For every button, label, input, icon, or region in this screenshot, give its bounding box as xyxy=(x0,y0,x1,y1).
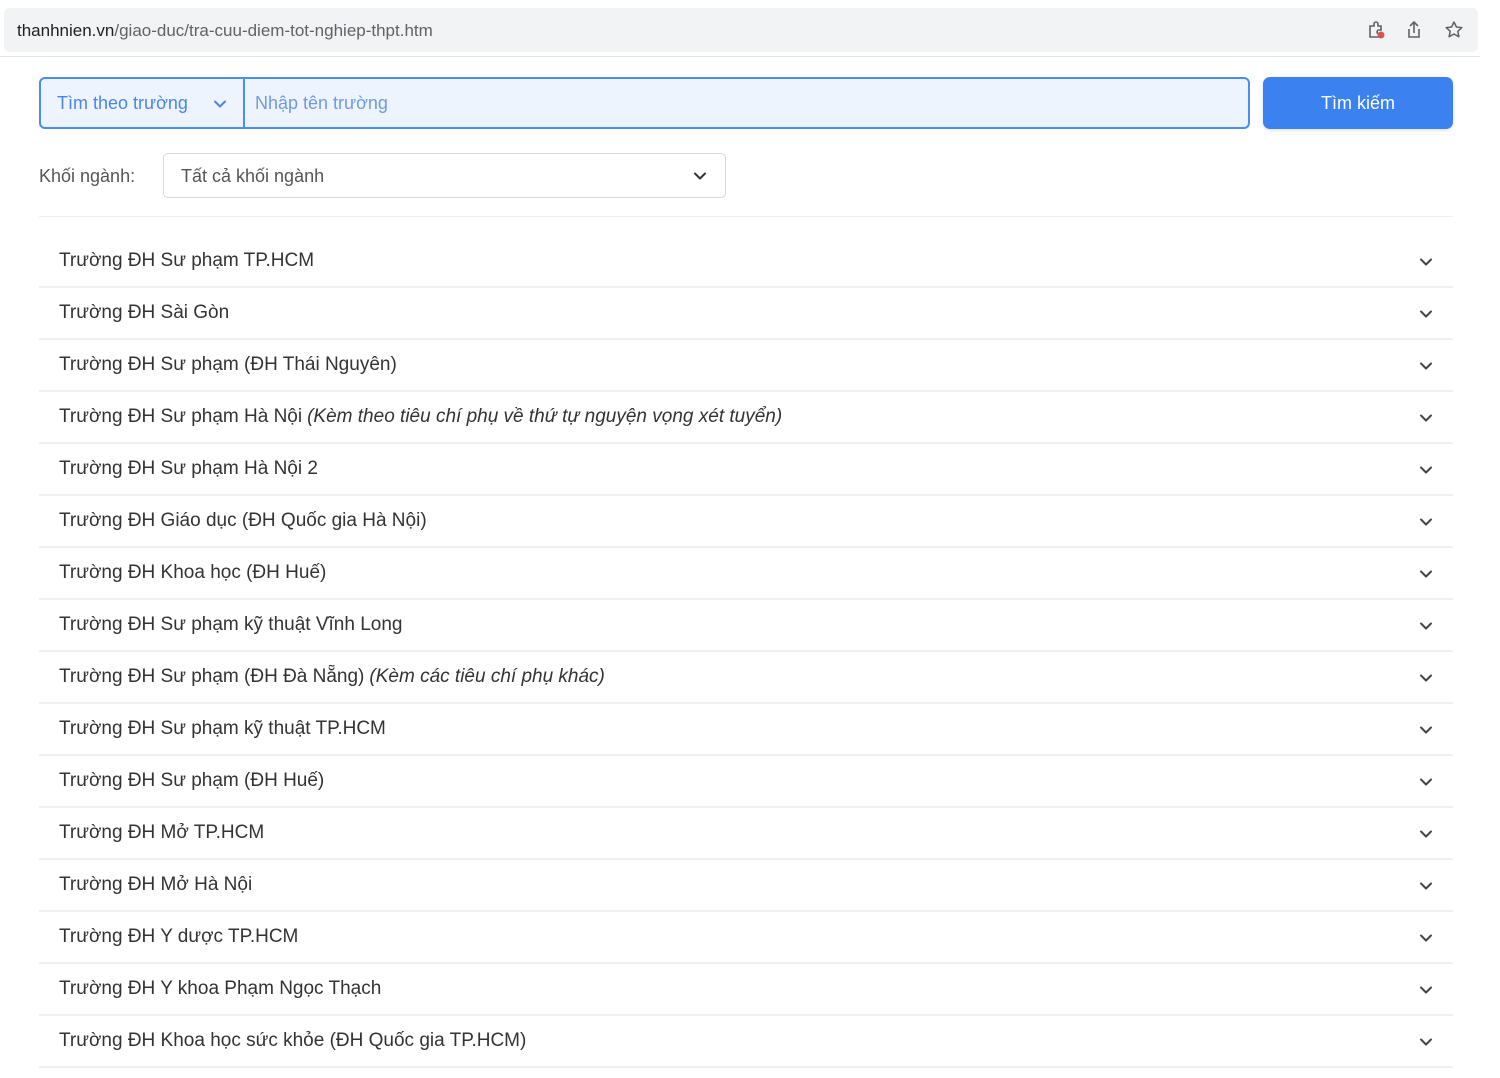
filter-label: Khối ngành: xyxy=(39,166,136,186)
school-name: Trường ĐH Y khoa Phạm Ngọc Thạch xyxy=(59,978,382,999)
chevron-down-icon[interactable] xyxy=(1417,461,1435,479)
chevron-down-icon[interactable] xyxy=(1417,357,1435,375)
address-bar-divider xyxy=(0,56,1480,57)
list-item[interactable]: Trường ĐH Khoa học sức khỏe (ĐH Quốc gia… xyxy=(39,1016,1453,1068)
chevron-down-icon[interactable] xyxy=(1417,825,1435,843)
major-group-select[interactable]: Tất cả khối ngành xyxy=(163,153,726,198)
search-button[interactable]: Tìm kiếm xyxy=(1263,77,1453,129)
chevron-down-icon xyxy=(214,100,226,108)
list-item[interactable]: Trường ĐH Sư phạm (ĐH Huế) xyxy=(39,756,1453,808)
chevron-down-icon[interactable] xyxy=(1417,513,1435,531)
list-item[interactable]: Trường ĐH Giáo dục (ĐH Quốc gia Hà Nội) xyxy=(39,496,1453,548)
list-item[interactable]: Trường ĐH Sư phạm Hà Nội 2 xyxy=(39,444,1453,496)
chevron-down-icon xyxy=(694,172,706,180)
chevron-down-icon[interactable] xyxy=(1417,565,1435,583)
school-name: Trường ĐH Giáo dục (ĐH Quốc gia Hà Nội) xyxy=(59,510,427,531)
list-item[interactable]: Trường ĐH Khoa học (ĐH Huế) xyxy=(39,548,1453,600)
school-name: Trường ĐH Khoa học (ĐH Huế) xyxy=(59,562,327,583)
share-icon[interactable] xyxy=(1402,18,1426,42)
search-mode-value: Tìm theo trường xyxy=(57,92,188,113)
list-item[interactable]: Trường ĐH Y dược TP.HCM xyxy=(39,912,1453,964)
school-name: Trường ĐH Sư phạm kỹ thuật Vĩnh Long xyxy=(59,614,403,635)
school-name: Trường ĐH Mở TP.HCM xyxy=(59,822,265,843)
school-name: Trường ĐH Sư phạm (ĐH Đà Nẵng) (Kèm các t… xyxy=(59,666,605,687)
chevron-down-icon[interactable] xyxy=(1417,669,1435,687)
list-item[interactable]: Trường ĐH Sư phạm kỹ thuật Vĩnh Long xyxy=(39,600,1453,652)
school-name: Trường ĐH Khoa học sức khỏe (ĐH Quốc gia… xyxy=(59,1030,527,1051)
school-name: Trường ĐH Y dược TP.HCM xyxy=(59,926,299,947)
chevron-down-icon[interactable] xyxy=(1417,773,1435,791)
search-row: Tìm theo trường Tìm kiếm xyxy=(39,77,1453,129)
chevron-down-icon[interactable] xyxy=(1417,1033,1435,1051)
chevron-down-icon[interactable] xyxy=(1417,929,1435,947)
url-text[interactable]: thanhnien.vn/giao-duc/tra-cuu-diem-tot-n… xyxy=(17,21,433,41)
list-divider xyxy=(39,216,1453,217)
chevron-down-icon[interactable] xyxy=(1417,305,1435,323)
extension-icon[interactable] xyxy=(1364,18,1388,42)
chevron-down-icon[interactable] xyxy=(1417,981,1435,999)
url-host: thanhnien.vn xyxy=(17,21,115,40)
star-icon[interactable] xyxy=(1442,18,1466,42)
chevron-down-icon[interactable] xyxy=(1417,877,1435,895)
list-item[interactable]: Trường ĐH Sài Gòn xyxy=(39,288,1453,340)
school-search-input[interactable] xyxy=(245,79,1248,127)
list-item[interactable]: Trường ĐH Sư phạm TP.HCM xyxy=(39,236,1453,288)
list-item[interactable]: Trường ĐH Sư phạm (ĐH Thái Nguyên) xyxy=(39,340,1453,392)
search-mode-select[interactable]: Tìm theo trường xyxy=(41,79,245,127)
school-name: Trường ĐH Sư phạm Hà Nội (Kèm theo tiêu c… xyxy=(59,406,783,427)
list-item[interactable]: Trường ĐH Sư phạm kỹ thuật TP.HCM xyxy=(39,704,1453,756)
address-bar[interactable]: thanhnien.vn/giao-duc/tra-cuu-diem-tot-n… xyxy=(4,8,1478,52)
list-item[interactable]: Trường ĐH Mở Hà Nội xyxy=(39,860,1453,912)
school-name: Trường ĐH Sư phạm (ĐH Thái Nguyên) xyxy=(59,354,397,375)
school-name: Trường ĐH Sài Gòn xyxy=(59,302,230,323)
school-name: Trường ĐH Mở Hà Nội xyxy=(59,874,253,895)
chevron-down-icon[interactable] xyxy=(1417,617,1435,635)
list-item[interactable]: Trường ĐH Sư phạm Hà Nội (Kèm theo tiêu c… xyxy=(39,392,1453,444)
school-name: Trường ĐH Sư phạm (ĐH Huế) xyxy=(59,770,325,791)
school-list: Trường ĐH Sư phạm TP.HCM Trường ĐH Sài G… xyxy=(39,236,1453,1068)
school-name: Trường ĐH Sư phạm Hà Nội 2 xyxy=(59,458,318,479)
list-item[interactable]: Trường ĐH Mở TP.HCM xyxy=(39,808,1453,860)
url-path: /giao-duc/tra-cuu-diem-tot-nghiep-thpt.h… xyxy=(114,21,433,40)
list-item[interactable]: Trường ĐH Y khoa Phạm Ngọc Thạch xyxy=(39,964,1453,1016)
major-group-value: Tất cả khối ngành xyxy=(181,166,325,186)
list-item[interactable]: Trường ĐH Sư phạm (ĐH Đà Nẵng) (Kèm các t… xyxy=(39,652,1453,704)
school-name: Trường ĐH Sư phạm kỹ thuật TP.HCM xyxy=(59,718,386,739)
chevron-down-icon[interactable] xyxy=(1417,253,1435,271)
chevron-down-icon[interactable] xyxy=(1417,721,1435,739)
search-group: Tìm theo trường xyxy=(39,77,1250,129)
school-name: Trường ĐH Sư phạm TP.HCM xyxy=(59,250,315,271)
chevron-down-icon[interactable] xyxy=(1417,409,1435,427)
